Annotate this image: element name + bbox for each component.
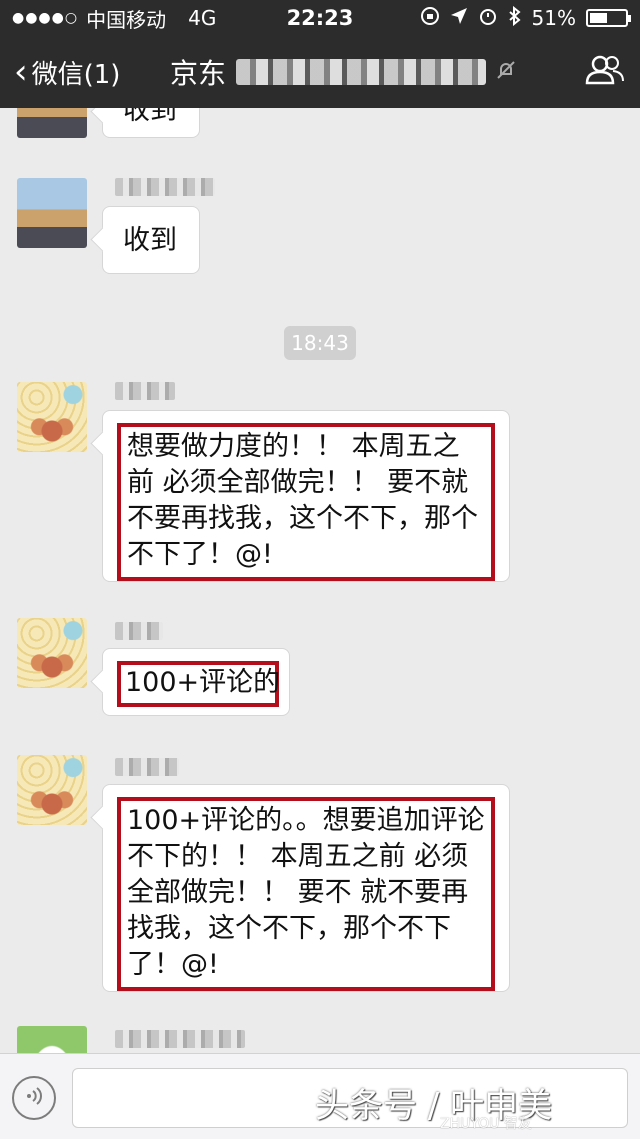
battery-level [590, 13, 608, 23]
battery-icon [586, 9, 631, 27]
chat-title-text: 京东 [170, 57, 227, 90]
chevron-left-icon: ‹ [14, 52, 28, 92]
group-members-icon [585, 55, 625, 89]
clock: 22:23 [286, 6, 354, 30]
back-label: 微信(1) [31, 59, 121, 90]
watermark-logo-text: ZHUYOU 智友 [440, 1116, 532, 1132]
avatar[interactable] [17, 178, 87, 248]
bluetooth-icon [508, 5, 522, 31]
sender-name-redacted [115, 382, 175, 400]
voice-icon [23, 1085, 45, 1112]
message-bubble[interactable]: 收到 [102, 206, 200, 274]
sender-name-redacted [115, 622, 163, 640]
avatar[interactable] [17, 755, 87, 825]
message-bubble[interactable]: 想要做力度的！！ 本周五之前 必须全部做完！！ 要不就不要再找我，这个不下，那个… [102, 410, 510, 582]
avatar[interactable] [17, 618, 87, 688]
sender-name-redacted [115, 178, 215, 196]
chat-title: 京东 [170, 52, 570, 92]
avatar[interactable] [17, 1026, 87, 1053]
highlight-frame: 想要做力度的！！ 本周五之前 必须全部做完！！ 要不就不要再找我，这个不下，那个… [117, 423, 495, 581]
message-bubble[interactable]: 收到 [102, 108, 200, 138]
status-bar: ●●●●○ 中国移动 4G 22:23 51% [0, 0, 640, 36]
message-text: 100+评论的。。想要追加评论不下的！！ 本周五之前 必须全部做完！！ 要不 就… [127, 805, 485, 980]
voice-button[interactable] [12, 1076, 56, 1120]
highlight-frame: 100+评论的。。想要追加评论不下的！！ 本周五之前 必须全部做完！！ 要不 就… [117, 797, 495, 991]
network-type: 4G [188, 6, 217, 30]
message-list[interactable]: 收到 收到 18:43 想要做力度的！！ 本周五之前 必须全部做完！！ 要不就不… [0, 108, 640, 1053]
sender-name-redacted [115, 1030, 245, 1048]
signal-strength-icon: ●●●●○ [12, 10, 79, 26]
highlight-frame: 100+评论的 [117, 661, 281, 707]
rotation-lock-icon [420, 6, 440, 31]
carrier-name: 中国移动 [86, 7, 167, 32]
message-bubble[interactable]: 100+评论的。。想要追加评论不下的！！ 本周五之前 必须全部做完！！ 要不 就… [102, 784, 510, 992]
timestamp: 18:43 [284, 326, 356, 360]
chat-header: ‹ 微信(1) 京东 [0, 36, 640, 108]
message-text: 收到 [123, 225, 177, 256]
group-members-button[interactable] [570, 55, 640, 89]
avatar[interactable] [17, 108, 87, 138]
sender-name-redacted [115, 758, 179, 776]
message-text: 100+评论的 [125, 667, 281, 698]
avatar[interactable] [17, 382, 87, 452]
battery-percent: 51% [531, 6, 576, 30]
redacted-title [236, 59, 487, 85]
message-bubble[interactable]: 100+评论的 [102, 648, 290, 716]
back-button[interactable]: ‹ 微信(1) [0, 54, 170, 91]
message-text: 收到 [123, 108, 177, 126]
alarm-icon [478, 6, 498, 31]
muted-bell-icon [496, 60, 516, 85]
location-icon [450, 6, 468, 30]
message-text: 想要做力度的！！ 本周五之前 必须全部做完！！ 要不就不要再找我，这个不下，那个… [127, 431, 478, 570]
